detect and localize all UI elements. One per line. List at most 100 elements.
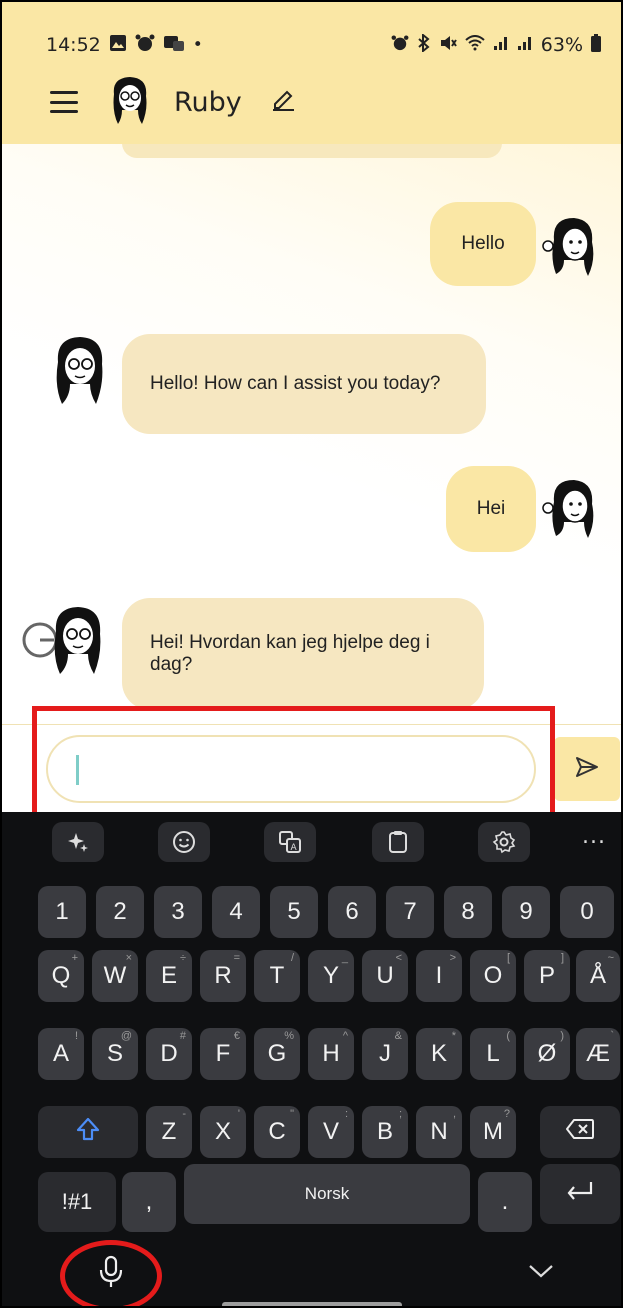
bluetooth-icon xyxy=(417,32,431,57)
page-title: Ruby xyxy=(174,86,242,118)
key-r[interactable]: = R xyxy=(200,950,246,1002)
period-key[interactable]: . xyxy=(478,1172,532,1232)
user-message-bubble: Hei xyxy=(446,466,536,552)
messenger-icon xyxy=(163,34,185,57)
message-text: Hello! How can I assist you today? xyxy=(150,373,441,394)
app-toolbar: Ruby xyxy=(50,77,296,126)
key-aa[interactable]: ~ Å xyxy=(576,950,620,1002)
comma-key[interactable]: , xyxy=(122,1172,176,1232)
user-avatar xyxy=(540,474,602,552)
chat-messages[interactable]: Hello Hello! How can I assist you today? xyxy=(2,144,621,724)
image-icon xyxy=(109,34,127,57)
more-icon[interactable]: ... xyxy=(582,824,606,849)
keyboard-toolbar: A ... xyxy=(2,812,621,872)
key-y[interactable]: _ Y xyxy=(308,950,354,1002)
pencil-edit-icon[interactable] xyxy=(270,87,296,117)
bot-message-bubble: Hello! How can I assist you today? xyxy=(122,334,486,434)
backspace-key[interactable] xyxy=(540,1106,620,1158)
send-button[interactable] xyxy=(554,737,620,801)
key-i[interactable]: > I xyxy=(416,950,462,1002)
message-text: Hei xyxy=(476,498,506,519)
key-q[interactable]: + Q xyxy=(38,950,84,1002)
enter-key[interactable] xyxy=(540,1164,620,1224)
ruby-avatar xyxy=(108,74,152,130)
key-j[interactable]: & J xyxy=(362,1028,408,1080)
key-6[interactable]: 6 xyxy=(328,886,376,938)
key-c[interactable]: " C xyxy=(254,1106,300,1158)
key-n[interactable]: ,N xyxy=(416,1106,462,1158)
key-z[interactable]: -Z xyxy=(146,1106,192,1158)
signal-icon xyxy=(493,35,509,56)
backspace-icon xyxy=(565,1118,595,1147)
space-key[interactable]: Norsk xyxy=(184,1164,470,1224)
key-b[interactable]: ; B xyxy=(362,1106,408,1158)
key-o[interactable]: [O xyxy=(470,950,516,1002)
key-f[interactable]: € F xyxy=(200,1028,246,1080)
home-indicator[interactable] xyxy=(222,1302,402,1306)
shift-key[interactable] xyxy=(38,1106,138,1158)
battery-percent: 63% xyxy=(540,34,583,56)
key-2[interactable]: 2 xyxy=(96,886,144,938)
signal-icon xyxy=(517,35,533,56)
key-ae[interactable]: ` Æ xyxy=(576,1028,620,1080)
bot-avatar xyxy=(50,332,112,410)
key-d[interactable]: # D xyxy=(146,1028,192,1080)
clipboard-icon[interactable] xyxy=(372,822,424,862)
send-icon xyxy=(574,755,600,783)
hamburger-menu-icon[interactable] xyxy=(50,91,78,113)
key-g[interactable]: % G xyxy=(254,1028,300,1080)
key-s[interactable]: @ S xyxy=(92,1028,138,1080)
wifi-icon xyxy=(465,34,485,56)
key-k[interactable]: * K xyxy=(416,1028,462,1080)
status-time: 14:52 xyxy=(46,34,101,56)
previous-message-bubble xyxy=(122,144,502,158)
key-a[interactable]: ! A xyxy=(38,1028,84,1080)
key-t[interactable]: / T xyxy=(254,950,300,1002)
chevron-down-icon[interactable] xyxy=(528,1260,554,1285)
message-text: Hello xyxy=(461,233,505,254)
bot-avatar xyxy=(22,600,112,678)
alarm-icon xyxy=(135,34,155,57)
phone-screen: 14:52 • 63% Ruby Hello Hello! How can I … xyxy=(0,0,623,1308)
message-input-bar xyxy=(2,724,621,812)
symbols-key[interactable]: !#1 xyxy=(38,1172,116,1232)
key-w[interactable]: × W xyxy=(92,950,138,1002)
status-bar: 14:52 • 63% xyxy=(46,30,601,60)
message-text: Hei! Hvordan kan jeg hjelpe deg i dag? xyxy=(150,632,430,675)
bot-message-bubble: Hei! Hvordan kan jeg hjelpe deg i dag? xyxy=(122,598,484,710)
key-1[interactable]: 1 xyxy=(38,886,86,938)
emoji-icon[interactable] xyxy=(158,822,210,862)
key-9[interactable]: 9 xyxy=(502,886,550,938)
key-4[interactable]: 4 xyxy=(212,886,260,938)
on-screen-keyboard: A ... 1 2 3 4 5 6 7 8 9 0 + Q × W ÷ E = R / T… xyxy=(2,812,621,1306)
key-e[interactable]: ÷ E xyxy=(146,950,192,1002)
app-header: 14:52 • 63% Ruby xyxy=(2,2,621,144)
sparkle-icon[interactable] xyxy=(52,822,104,862)
message-input[interactable] xyxy=(46,735,536,803)
key-h[interactable]: ^ H xyxy=(308,1028,354,1080)
svg-text:A: A xyxy=(291,843,298,853)
enter-icon xyxy=(564,1179,596,1210)
mute-icon xyxy=(439,34,457,57)
text-cursor xyxy=(76,755,79,785)
settings-icon[interactable] xyxy=(478,822,530,862)
key-u[interactable]: < U xyxy=(362,950,408,1002)
key-l[interactable]: (L xyxy=(470,1028,516,1080)
shift-icon xyxy=(75,1116,101,1149)
voice-input-button[interactable] xyxy=(60,1240,162,1306)
dot-icon: • xyxy=(192,35,203,55)
translate-icon[interactable]: A xyxy=(264,822,316,862)
key-p[interactable]: ] P xyxy=(524,950,570,1002)
key-m[interactable]: ? M xyxy=(470,1106,516,1158)
key-3[interactable]: 3 xyxy=(154,886,202,938)
key-8[interactable]: 8 xyxy=(444,886,492,938)
key-0[interactable]: 0 xyxy=(560,886,614,938)
key-5[interactable]: 5 xyxy=(270,886,318,938)
key-oe[interactable]: ) Ø xyxy=(524,1028,570,1080)
user-avatar xyxy=(540,212,602,290)
key-v[interactable]: :V xyxy=(308,1106,354,1158)
key-7[interactable]: 7 xyxy=(386,886,434,938)
battery-icon xyxy=(591,33,601,57)
key-x[interactable]: ' X xyxy=(200,1106,246,1158)
alarm-icon xyxy=(391,34,409,56)
